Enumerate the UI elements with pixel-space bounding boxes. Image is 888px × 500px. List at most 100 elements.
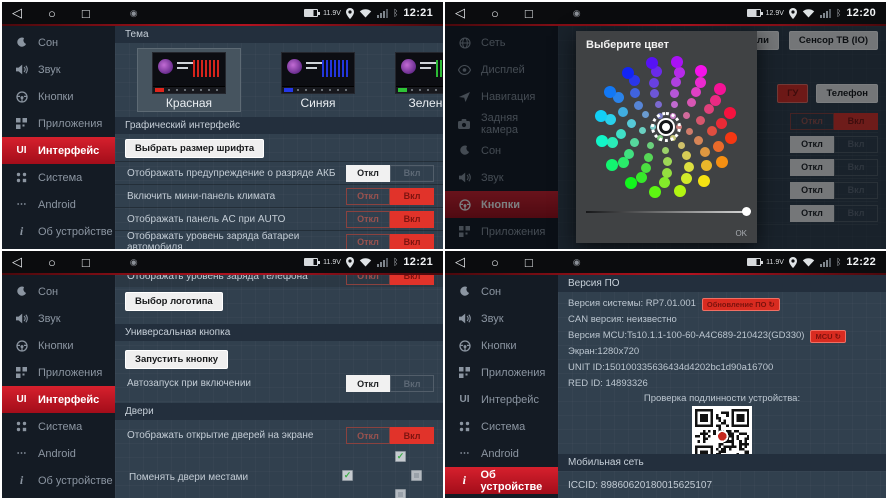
update-badge[interactable]: MCU ↻ bbox=[810, 330, 845, 343]
recents-icon[interactable]: □ bbox=[82, 6, 90, 21]
sidebar-item-android[interactable]: ⋯Android bbox=[2, 191, 115, 218]
color-dot[interactable] bbox=[634, 101, 643, 110]
color-dot[interactable] bbox=[687, 98, 696, 107]
toggle-off[interactable]: Откл bbox=[346, 275, 390, 285]
color-dot[interactable] bbox=[674, 67, 685, 78]
color-dot[interactable] bbox=[627, 119, 636, 128]
color-dot[interactable] bbox=[695, 65, 707, 77]
back-icon[interactable]: ◁ bbox=[12, 254, 22, 270]
color-dot[interactable] bbox=[649, 78, 659, 88]
color-dot[interactable] bbox=[686, 128, 693, 135]
sidebar-item-system[interactable]: Система bbox=[2, 164, 115, 191]
color-dot[interactable] bbox=[716, 156, 728, 168]
color-dot[interactable] bbox=[595, 110, 607, 122]
color-dot[interactable] bbox=[691, 87, 701, 97]
color-dot[interactable] bbox=[671, 77, 681, 87]
sidebar-item-steering[interactable]: Кнопки bbox=[445, 332, 558, 359]
color-dot[interactable] bbox=[696, 116, 705, 125]
toggle-on[interactable]: Вкл bbox=[390, 211, 434, 228]
toggle-on[interactable]: Вкл bbox=[390, 165, 434, 182]
color-dot[interactable] bbox=[670, 89, 679, 98]
back-icon[interactable]: ◁ bbox=[455, 5, 465, 21]
color-dot[interactable] bbox=[642, 111, 649, 118]
toggle-off[interactable]: Откл bbox=[346, 165, 390, 182]
toggle-on[interactable]: Вкл bbox=[390, 188, 434, 205]
sidebar-item-moon[interactable]: Сон bbox=[445, 278, 558, 305]
toggle-off[interactable]: Откл bbox=[346, 375, 390, 392]
ok-button[interactable]: OK bbox=[735, 229, 747, 238]
color-dot[interactable] bbox=[630, 138, 639, 147]
back-icon[interactable]: ◁ bbox=[455, 254, 465, 270]
toggle-on[interactable]: Вкл bbox=[390, 375, 434, 392]
font-size-button[interactable]: Выбрать размер шрифта bbox=[125, 139, 264, 158]
color-dot[interactable] bbox=[649, 186, 661, 198]
sidebar-item-info[interactable]: iОб устройстве bbox=[2, 467, 115, 494]
sidebar-item-info[interactable]: iОб устройстве bbox=[445, 467, 558, 494]
sidebar-item-ui[interactable]: UIИнтерфейс bbox=[445, 386, 558, 413]
home-icon[interactable]: ○ bbox=[491, 255, 499, 270]
run-button[interactable]: Запустить кнопку bbox=[125, 350, 228, 369]
sidebar-item-android[interactable]: ⋯Android bbox=[445, 440, 558, 467]
toggle-on[interactable]: Вкл bbox=[390, 275, 434, 285]
sidebar-item-ui[interactable]: UIИнтерфейс bbox=[2, 386, 115, 413]
sidebar-item-apps[interactable]: Приложения bbox=[445, 359, 558, 386]
color-dot[interactable] bbox=[604, 86, 616, 98]
slider-thumb[interactable] bbox=[742, 207, 751, 216]
color-dot[interactable] bbox=[662, 147, 669, 154]
brightness-slider[interactable] bbox=[586, 211, 747, 213]
color-dot[interactable] bbox=[630, 88, 640, 98]
toggle-off[interactable]: Откл bbox=[346, 211, 390, 228]
recents-icon[interactable]: □ bbox=[525, 6, 533, 21]
update-badge[interactable]: Обновление ПО ↻ bbox=[702, 298, 780, 311]
sidebar-item-speaker[interactable]: Звук bbox=[2, 56, 115, 83]
color-dot[interactable] bbox=[644, 153, 653, 162]
color-dot[interactable] bbox=[695, 77, 706, 88]
color-dot[interactable] bbox=[698, 175, 710, 187]
color-dot[interactable] bbox=[725, 132, 737, 144]
color-dot[interactable] bbox=[622, 67, 634, 79]
theme-option-red[interactable]: Красная bbox=[137, 48, 241, 112]
color-dot[interactable] bbox=[683, 112, 690, 119]
sidebar-item-info[interactable]: iОб устройстве bbox=[2, 218, 115, 245]
color-dot[interactable] bbox=[704, 104, 714, 114]
sidebar-item-moon[interactable]: Сон bbox=[2, 29, 115, 56]
color-dot[interactable] bbox=[655, 101, 662, 108]
door-checkbox-left[interactable]: ✓ bbox=[342, 470, 353, 481]
app-icon[interactable]: ◉ bbox=[130, 8, 138, 19]
color-dot[interactable] bbox=[647, 142, 654, 149]
color-dot[interactable] bbox=[618, 107, 628, 117]
color-dot[interactable] bbox=[681, 173, 692, 184]
sidebar-item-system[interactable]: Система bbox=[2, 413, 115, 440]
sidebar-item-speaker[interactable]: Звук bbox=[445, 305, 558, 332]
toggle-off[interactable]: Откл bbox=[346, 234, 390, 250]
color-dot[interactable] bbox=[694, 136, 703, 145]
sidebar-item-system[interactable]: Система bbox=[445, 413, 558, 440]
home-icon[interactable]: ○ bbox=[48, 255, 56, 270]
color-dot[interactable] bbox=[707, 126, 717, 136]
color-dot[interactable] bbox=[713, 141, 724, 152]
app-icon[interactable]: ◉ bbox=[573, 257, 581, 268]
color-dot[interactable] bbox=[650, 89, 659, 98]
color-dot[interactable] bbox=[606, 159, 618, 171]
color-dot[interactable] bbox=[684, 162, 694, 172]
recents-icon[interactable]: □ bbox=[82, 255, 90, 270]
toggle-on[interactable]: Вкл bbox=[390, 234, 434, 250]
color-dot[interactable] bbox=[716, 118, 727, 129]
color-dot[interactable] bbox=[625, 177, 637, 189]
app-icon[interactable]: ◉ bbox=[130, 257, 138, 268]
home-icon[interactable]: ○ bbox=[491, 6, 499, 21]
color-dot[interactable] bbox=[618, 157, 629, 168]
color-dot[interactable] bbox=[646, 57, 658, 69]
back-icon[interactable]: ◁ bbox=[12, 5, 22, 21]
color-dot[interactable] bbox=[671, 56, 683, 68]
color-selector[interactable] bbox=[657, 118, 675, 136]
color-dot[interactable] bbox=[659, 177, 670, 188]
color-dot[interactable] bbox=[678, 142, 685, 149]
color-dot[interactable] bbox=[636, 172, 647, 183]
sidebar-item-steering[interactable]: Кнопки bbox=[2, 83, 115, 110]
sidebar-item-moon[interactable]: Сон bbox=[2, 278, 115, 305]
sidebar-item-android[interactable]: ⋯Android bbox=[2, 440, 115, 467]
color-dot[interactable] bbox=[701, 160, 712, 171]
toggle-off[interactable]: Откл bbox=[346, 188, 390, 205]
color-dot[interactable] bbox=[607, 137, 618, 148]
